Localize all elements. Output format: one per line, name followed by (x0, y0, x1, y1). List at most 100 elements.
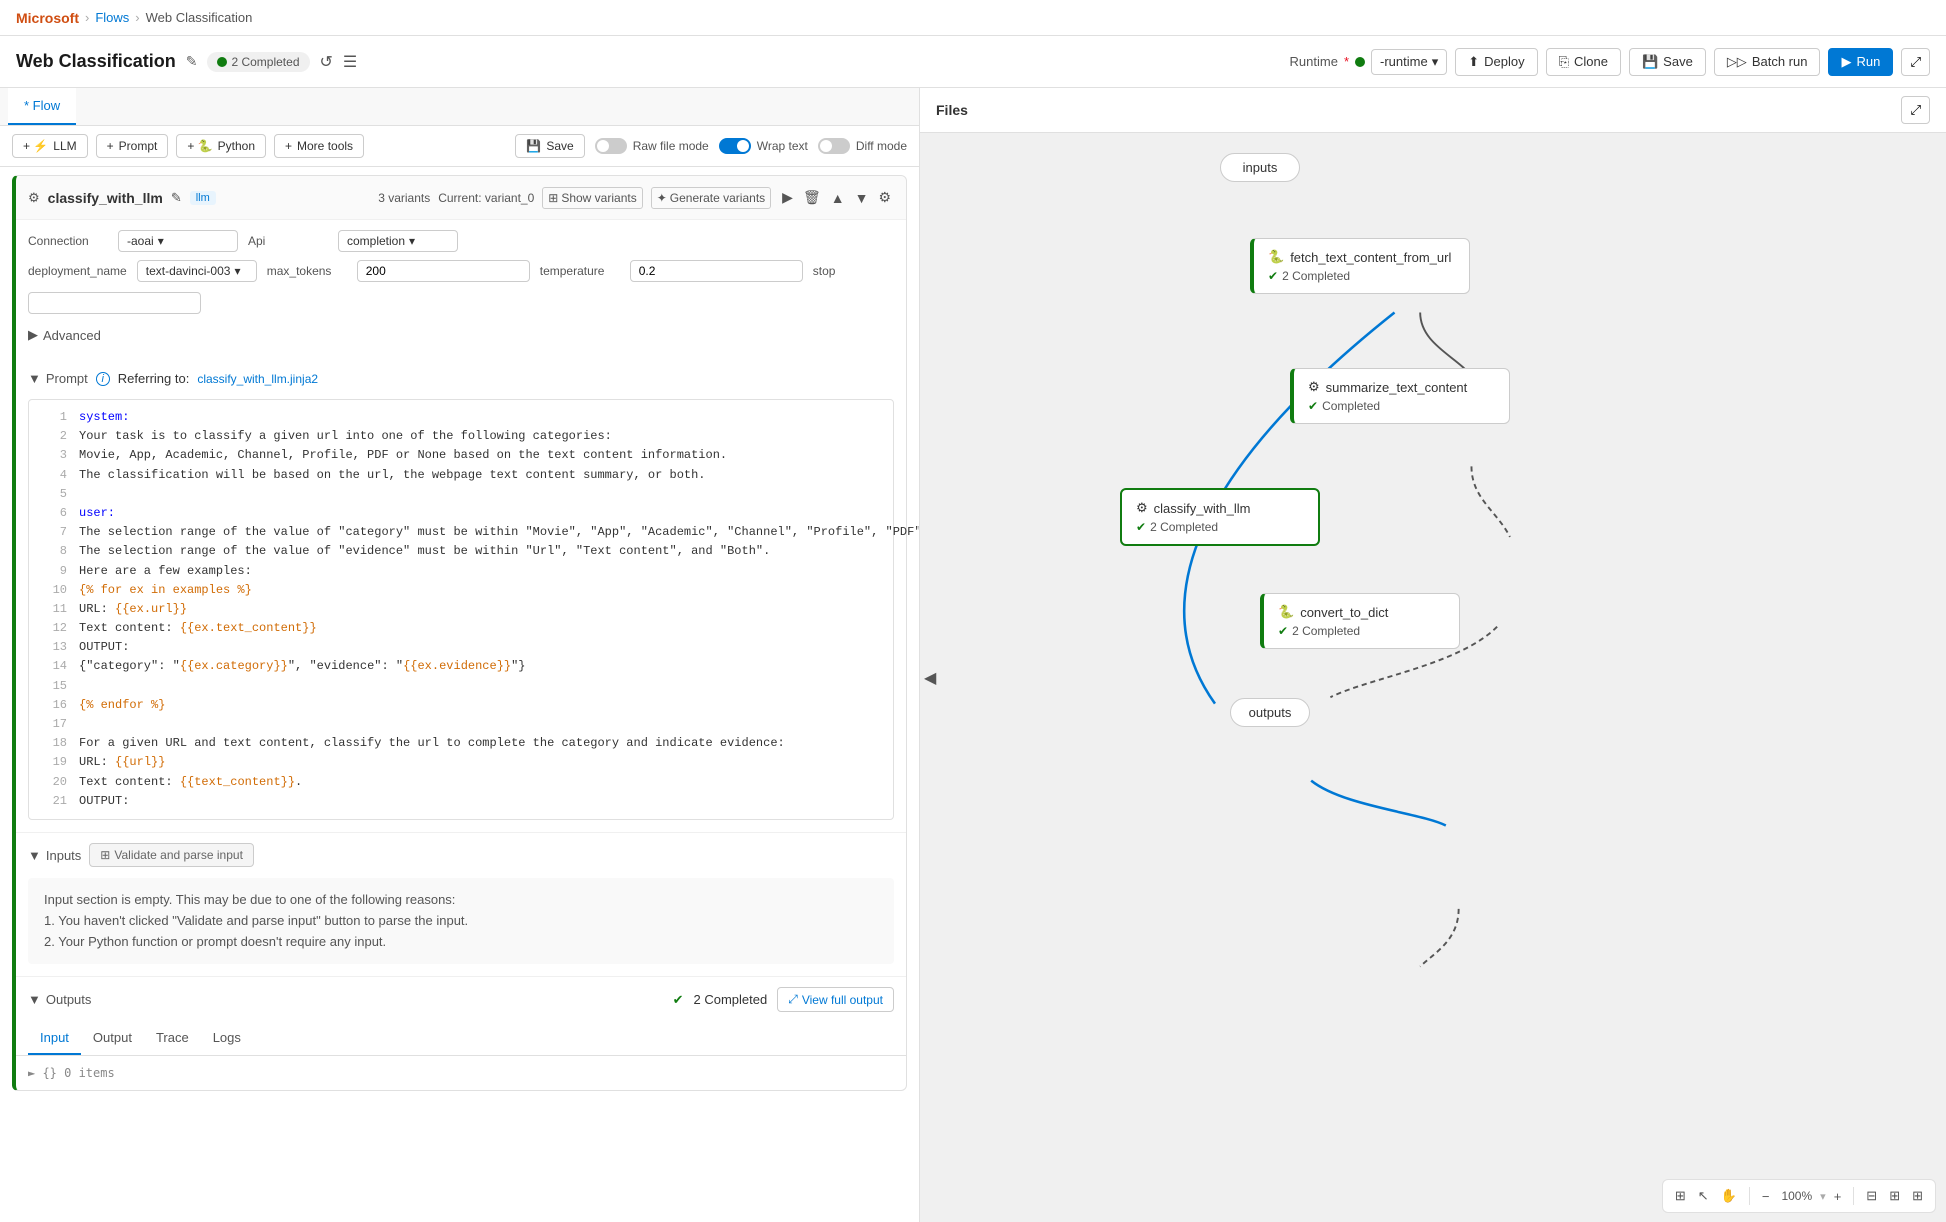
toolbar-save-button[interactable]: 💾 Save (515, 134, 584, 158)
tab-output[interactable]: Output (81, 1022, 144, 1055)
outputs-check-icon: ✔ (673, 992, 684, 1008)
inputs-chevron-icon: ▼ (28, 848, 41, 863)
edit-node-icon[interactable]: ✎ (171, 190, 182, 206)
raw-file-toggle[interactable] (595, 138, 627, 154)
canvas-zoom-out-button[interactable]: − (1758, 1185, 1774, 1208)
output-content: ► {} 0 items (16, 1056, 906, 1090)
code-line-2: 2 Your task is to classify a given url i… (29, 427, 893, 446)
history-icon[interactable]: ↺ (320, 52, 333, 72)
main-layout: * Flow + ⚡ LLM + Prompt + 🐍 Python + Mor… (0, 88, 1946, 1222)
summarize-icon: ⚙ (1308, 379, 1320, 395)
flow-node-convert[interactable]: 🐍 convert_to_dict ✔ 2 Completed (1260, 593, 1460, 649)
outputs-expand-button[interactable]: ▼ Outputs (28, 987, 91, 1012)
flow-node-fetch-text[interactable]: 🐍 fetch_text_content_from_url ✔ 2 Comple… (1250, 238, 1470, 294)
inputs-expand-button[interactable]: ▼ Inputs (28, 843, 81, 868)
convert-title: 🐍 convert_to_dict (1278, 604, 1445, 620)
diff-mode-label: Diff mode (856, 139, 907, 153)
canvas-hand-button[interactable]: ✋ (1717, 1184, 1741, 1208)
show-variants-icon: ⊞ (548, 191, 558, 205)
canvas-more-button[interactable]: ⊞ (1908, 1184, 1927, 1208)
outputs-section: ▼ Outputs ✔ 2 Completed ⤢ View full outp… (16, 976, 906, 1090)
move-up-button[interactable]: ▲ (828, 187, 848, 209)
node-controls: ▶ 🗑 ▲ ▼ ⚙ (779, 186, 894, 209)
flow-node-summarize[interactable]: ⚙ summarize_text_content ✔ Completed (1290, 368, 1510, 424)
wrap-text-toggle[interactable] (719, 138, 751, 154)
tab-input[interactable]: Input (28, 1022, 81, 1055)
tab-logs[interactable]: Logs (201, 1022, 253, 1055)
tab-trace[interactable]: Trace (144, 1022, 201, 1055)
run-button[interactable]: ▶ Run (1828, 48, 1893, 76)
move-down-button[interactable]: ▼ (852, 187, 872, 209)
flow-node-classify[interactable]: ⚙ classify_with_llm ✔ 2 Completed (1120, 488, 1320, 546)
code-line-9: 9 Here are a few examples: (29, 562, 893, 581)
more-options-button[interactable]: ⚙ (875, 186, 894, 209)
node-expand-icon[interactable]: ⚙ (28, 190, 40, 206)
code-line-1: 1 system: (29, 408, 893, 427)
save-button[interactable]: 💾 Save (1629, 48, 1706, 76)
canvas-fit-button[interactable]: ⊞ (1671, 1184, 1690, 1208)
toolbar: + ⚡ LLM + Prompt + 🐍 Python + More tools… (0, 126, 919, 167)
code-editor[interactable]: 1 system: 2 Your task is to classify a g… (28, 399, 894, 820)
validate-input-button[interactable]: ⊞ Validate and parse input (89, 843, 254, 867)
canvas-grid-button[interactable]: ⊞ (1885, 1184, 1904, 1208)
wrap-text-toggle-group: Wrap text (719, 138, 808, 154)
flow-node-outputs[interactable]: outputs (1230, 698, 1310, 727)
more-tools-button[interactable]: + More tools (274, 134, 364, 158)
add-llm-button[interactable]: + ⚡ LLM (12, 134, 88, 158)
canvas-layout-button[interactable]: ⊟ (1862, 1184, 1881, 1208)
generate-variants-button[interactable]: ✦ Generate variants (651, 187, 771, 209)
inputs-empty-message: Input section is empty. This may be due … (28, 878, 894, 964)
batch-run-button[interactable]: ▷▷ Batch run (1714, 48, 1821, 76)
generate-variants-icon: ✦ (657, 191, 667, 205)
canvas-zoom-in-button[interactable]: + (1830, 1185, 1846, 1208)
delete-node-button[interactable]: 🗑 (800, 186, 824, 209)
prompt-section: ▼ Prompt i Referring to: classify_with_l… (16, 358, 906, 828)
run-node-button[interactable]: ▶ (779, 186, 796, 209)
runtime-dropdown[interactable]: -runtime ▾ (1371, 49, 1447, 75)
plus-more-icon: + (285, 139, 292, 153)
edit-icon[interactable]: ✎ (186, 53, 198, 70)
code-line-16: 16 {% endfor %} (29, 696, 893, 715)
temperature-input[interactable] (630, 260, 803, 282)
advanced-expand-button[interactable]: ▶ Advanced (28, 322, 101, 348)
code-line-19: 19 URL: {{url}} (29, 753, 893, 772)
plus-python-icon: + 🐍 (187, 139, 212, 153)
convert-check-icon: ✔ (1278, 624, 1288, 638)
header-actions: Runtime * -runtime ▾ ⬆ Deploy ⎘ Clone 💾 … (1290, 48, 1930, 76)
diff-mode-toggle-group: Diff mode (818, 138, 907, 154)
prompt-info-icon[interactable]: i (96, 372, 110, 386)
prompt-file-link[interactable]: classify_with_llm.jinja2 (197, 372, 318, 386)
node-variants: 3 variants Current: variant_0 ⊞ Show var… (378, 187, 771, 209)
canvas-cursor-button[interactable]: ↖ (1694, 1184, 1713, 1208)
diff-mode-toggle[interactable] (818, 138, 850, 154)
api-select[interactable]: completion▾ (338, 230, 458, 252)
connection-select[interactable]: -aoai▾ (118, 230, 238, 252)
collapse-left-icon[interactable]: ◀ (924, 668, 936, 688)
view-full-output-button[interactable]: ⤢ View full output (777, 987, 894, 1012)
max-tokens-input[interactable] (357, 260, 530, 282)
menu-icon[interactable]: ☰ (343, 52, 357, 72)
tab-flow[interactable]: * Flow (8, 88, 76, 125)
inputs-label: Inputs (46, 848, 81, 863)
canvas-content[interactable]: inputs 🐍 fetch_text_content_from_url ✔ 2… (920, 133, 1946, 1222)
show-variants-button[interactable]: ⊞ Show variants (542, 187, 642, 209)
stop-input[interactable] (28, 292, 201, 314)
advanced-label: Advanced (43, 328, 101, 343)
connection-label: Connection (28, 234, 108, 248)
canvas-zoom-display: 100% (1777, 1189, 1816, 1203)
deployment-select[interactable]: text-davinci-003▾ (137, 260, 257, 282)
add-prompt-button[interactable]: + Prompt (96, 134, 169, 158)
expand-button[interactable]: ⤢ (1901, 48, 1930, 76)
flows-link[interactable]: Flows (95, 10, 129, 25)
stop-label: stop (813, 264, 893, 278)
add-python-button[interactable]: + 🐍 Python (176, 134, 266, 158)
output-tabs: Input Output Trace Logs (16, 1022, 906, 1056)
inputs-section: ▼ Inputs ⊞ Validate and parse input Inpu… (16, 832, 906, 964)
flow-node-inputs[interactable]: inputs (1220, 153, 1300, 182)
prompt-expand-button[interactable]: ▼ Prompt (28, 366, 88, 391)
deploy-button[interactable]: ⬆ Deploy (1455, 48, 1537, 76)
tab-bar: * Flow (0, 88, 919, 126)
left-panel: * Flow + ⚡ LLM + Prompt + 🐍 Python + Mor… (0, 88, 920, 1222)
canvas-expand-button[interactable]: ⤢ (1901, 96, 1930, 124)
clone-button[interactable]: ⎘ Clone (1546, 48, 1621, 76)
